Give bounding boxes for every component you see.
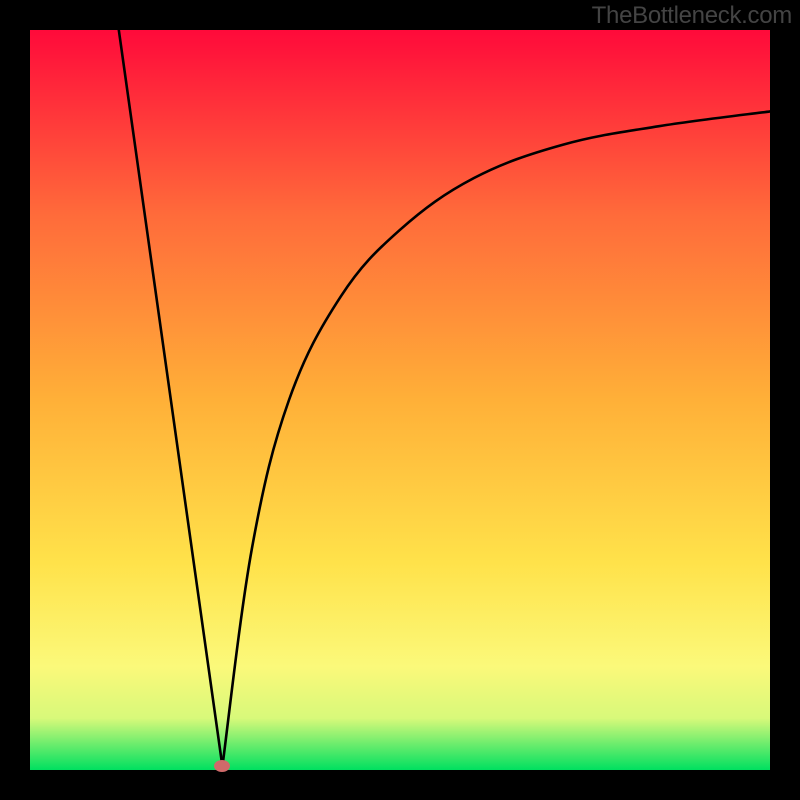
plot-area xyxy=(30,30,770,770)
watermark-text: TheBottleneck.com xyxy=(592,2,792,30)
curve-layer xyxy=(30,30,770,770)
curve-left-branch xyxy=(119,30,223,766)
minimum-marker xyxy=(214,760,230,772)
curve-right-branch xyxy=(222,111,770,766)
plot-frame xyxy=(30,30,770,770)
